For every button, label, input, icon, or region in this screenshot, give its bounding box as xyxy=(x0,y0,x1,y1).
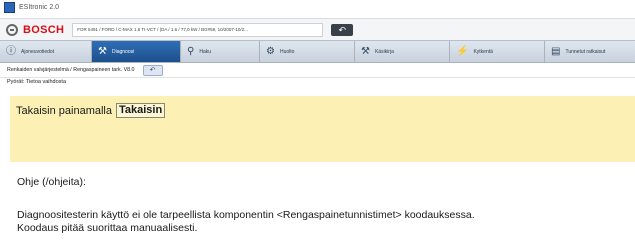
status-line: Pyörät: Tietoa vaihdosta xyxy=(7,79,67,85)
help-text: Diagnoositesterin käyttö ei ole tarpeell… xyxy=(17,209,627,235)
wrench-icon: ⚒ xyxy=(361,45,370,57)
tab-vehicle-info[interactable]: ⓘ Ajoneuvotiedot xyxy=(0,41,92,62)
tab-label: Ajoneuvotiedot xyxy=(21,48,55,55)
tab-known-solutions[interactable]: ▤ Tunnetut ratkaisut xyxy=(545,41,623,62)
message-panel: Takaisin painamalla Takaisin xyxy=(10,96,635,162)
brand-bar: BOSCH FOR 5491 / FORD / C-MAX 1.6 TI-VCT… xyxy=(0,18,635,41)
window-title: ESItronic 2.0 xyxy=(19,3,60,11)
info-icon: ⓘ xyxy=(6,45,16,57)
tab-label: Käsikirja xyxy=(374,48,394,55)
tab-search[interactable]: ⚲ Haku xyxy=(181,41,260,62)
app-window: ESItronic 2.0 BOSCH FOR 5491 / FORD / C-… xyxy=(0,0,635,250)
breadcrumb: Renkaiden valvjärjestelmä / Rengaspainee… xyxy=(7,67,135,73)
main-navigation: ⓘ Ajoneuvotiedot ⚒ Diagnoosi ⚲ Haku ⚙ Hu… xyxy=(0,40,635,63)
help-line-2: Koodaus pitää suorittaa manuaalisesti. xyxy=(17,222,198,234)
service-icon: ⚙ xyxy=(266,45,275,57)
app-icon xyxy=(4,1,15,13)
search-icon: ⚲ xyxy=(187,45,195,57)
help-heading: Ohje (/ohjeita): xyxy=(17,176,86,188)
message-line: Takaisin painamalla Takaisin xyxy=(16,103,166,118)
help-line-1: Diagnoositesterin käyttö ei ole tarpeell… xyxy=(17,209,475,221)
tab-label: Tunnetut ratkaisut xyxy=(565,48,606,55)
tab-diagnosis[interactable]: ⚒ Diagnoosi xyxy=(92,41,181,62)
tab-label: Haku xyxy=(199,48,212,55)
back-button[interactable]: Takaisin xyxy=(116,103,166,118)
title-bar: ESItronic 2.0 xyxy=(0,0,635,14)
tab-wiring[interactable]: ⚡ Kytkentä xyxy=(450,41,545,62)
tab-label: Kytkentä xyxy=(473,48,493,55)
top-back-button[interactable]: ↶ xyxy=(331,24,354,36)
tab-label: Diagnoosi xyxy=(111,48,135,55)
solutions-icon: ▤ xyxy=(551,45,561,57)
breadcrumb-back-button[interactable]: ↶ xyxy=(142,64,163,76)
wiring-icon: ⚡ xyxy=(456,45,469,57)
bosch-logo-icon xyxy=(6,24,18,36)
tab-service[interactable]: ⚙ Huolto xyxy=(260,41,355,62)
brand-name: BOSCH xyxy=(23,24,65,36)
message-text: Takaisin painamalla xyxy=(16,104,112,117)
breadcrumb-row: Renkaiden valvjärjestelmä / Rengaspainee… xyxy=(0,63,635,78)
tab-manual[interactable]: ⚒ Käsikirja xyxy=(355,41,450,62)
tab-label: Huolto xyxy=(279,48,295,55)
diagnosis-icon: ⚒ xyxy=(98,45,107,57)
vehicle-selector[interactable]: FOR 5491 / FORD / C-MAX 1.6 TI-VCT / (DA… xyxy=(72,23,324,37)
